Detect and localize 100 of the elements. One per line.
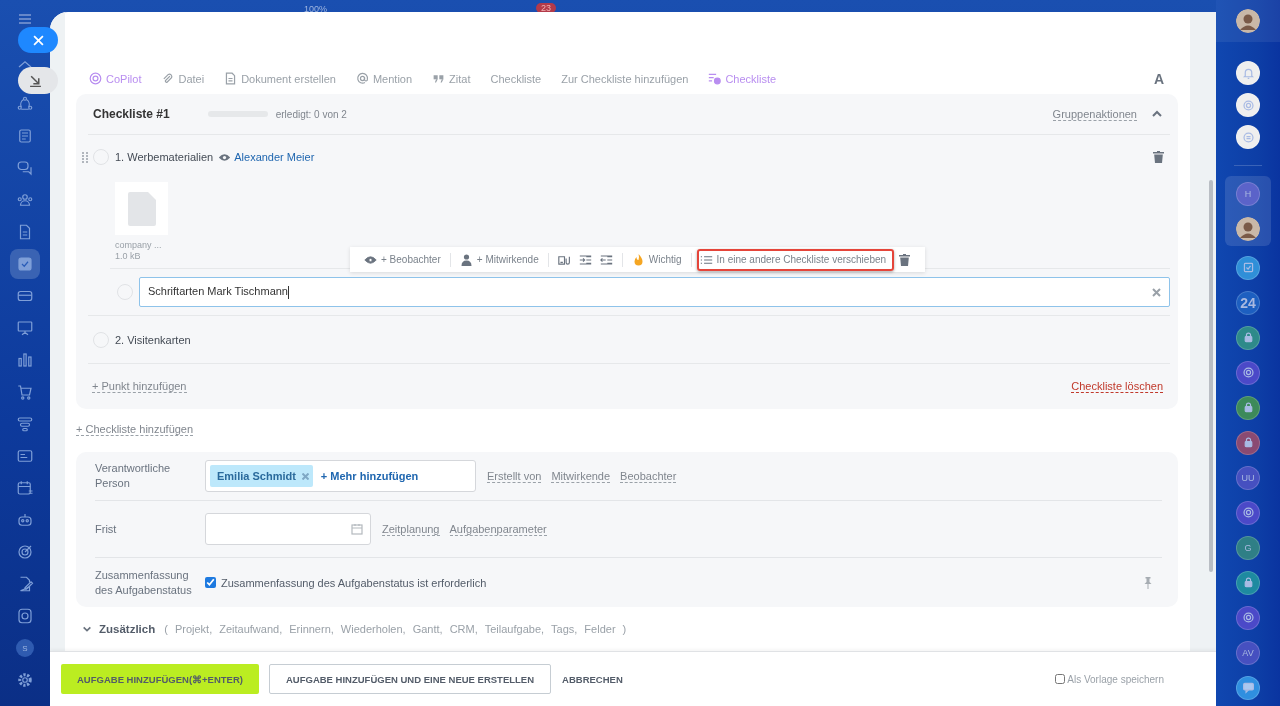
person-chip[interactable]: Emilia Schmidt — [210, 465, 313, 488]
section-link[interactable]: CRM, — [449, 623, 478, 636]
toolbar-button[interactable]: + Beobachter — [360, 248, 445, 271]
section-link[interactable]: Tags, — [551, 623, 578, 636]
action-button[interactable]: AUFGABE HINZUFÜGEN(⌘+ENTER) — [61, 664, 259, 694]
network-icon[interactable] — [16, 95, 34, 113]
clear-icon[interactable] — [1152, 287, 1161, 297]
lock-icon[interactable] — [1236, 430, 1260, 455]
file-thumbnail[interactable] — [115, 182, 168, 235]
cart-icon[interactable] — [16, 383, 34, 401]
add-more-link[interactable]: + Mehr hinzufügen — [320, 470, 419, 483]
group-actions-link[interactable]: Gruppenaktionen — [1052, 107, 1137, 121]
action-button[interactable]: ABBRECHEN — [561, 664, 623, 694]
checklist-item-text: 2. Visitenkarten — [115, 333, 191, 346]
close-button[interactable] — [18, 27, 58, 53]
toolbar-button[interactable]: Zitat — [432, 72, 471, 85]
role-link[interactable]: Erstellt von — [487, 469, 542, 483]
chat-icon[interactable] — [1236, 125, 1260, 149]
news-icon[interactable] — [16, 127, 34, 145]
checklist-title: Checkliste #1 — [93, 107, 170, 121]
indent-icon[interactable] — [578, 253, 592, 266]
task-check-icon[interactable] — [16, 255, 34, 273]
trash-icon[interactable] — [1153, 151, 1164, 163]
people-icon[interactable] — [16, 191, 34, 209]
add-item-link[interactable]: + Punkt hinzufügen — [92, 380, 187, 393]
id-card-icon[interactable] — [16, 447, 34, 465]
delete-checklist-link[interactable]: Checkliste löschen — [1071, 380, 1163, 393]
section-link[interactable]: Zeitaufwand, — [219, 623, 283, 636]
zoom-level: 100% — [304, 4, 328, 14]
gear-icon[interactable] — [16, 671, 34, 689]
bracket: ) — [622, 623, 627, 636]
checkbox-label: Als Vorlage speichern — [1067, 673, 1164, 685]
scrollbar[interactable] — [1209, 180, 1213, 572]
minimize-button[interactable] — [18, 67, 58, 94]
drag-handle-icon[interactable] — [82, 151, 88, 163]
checkbox[interactable] — [205, 577, 216, 589]
trash-icon[interactable] — [898, 253, 912, 266]
chat-avatar[interactable]: AV — [1236, 640, 1260, 665]
toolbar-button[interactable]: Checkliste — [490, 72, 542, 85]
toolbar-button[interactable]: Dokument erstellen — [224, 72, 336, 85]
task-check-icon[interactable] — [1236, 255, 1260, 280]
section-link[interactable]: Gantt, — [412, 623, 443, 636]
role-link[interactable]: Beobachter — [620, 469, 677, 483]
target-icon[interactable] — [16, 543, 34, 561]
chat-avatar[interactable]: UU — [1236, 465, 1260, 490]
add-checklist-link[interactable]: + Checkliste hinzufügen — [76, 422, 194, 436]
close-icon — [32, 34, 44, 46]
lock-icon[interactable] — [1236, 325, 1260, 350]
swirl-icon[interactable] — [1236, 93, 1260, 117]
chat-avatar[interactable]: 24 — [1236, 290, 1260, 315]
roof-icon[interactable] — [16, 60, 34, 68]
bell-icon[interactable] — [1236, 61, 1260, 85]
date-field[interactable] — [205, 513, 371, 546]
section-link[interactable]: Projekt, — [174, 623, 213, 636]
robot-icon[interactable] — [16, 511, 34, 529]
text-format-button[interactable]: A — [1153, 70, 1164, 87]
message-icon[interactable] — [1236, 675, 1260, 700]
lock-icon[interactable] — [1236, 395, 1260, 420]
box-icon[interactable] — [16, 607, 34, 625]
section-title[interactable]: Zusätzlich — [99, 623, 156, 636]
toolbar-button[interactable]: Datei — [161, 72, 205, 85]
item-input[interactable]: Schriftarten Mark Tischmann — [139, 277, 1170, 307]
section-link[interactable]: Wiederholen, — [340, 623, 406, 636]
person-field[interactable]: Emilia Schmidt + Mehr hinzufügen — [205, 460, 476, 493]
toolbar-button[interactable]: Mention — [355, 72, 413, 85]
user-avatar[interactable] — [1236, 9, 1260, 33]
chat-avatar[interactable]: G — [1236, 535, 1260, 560]
bar-chart-icon[interactable] — [16, 351, 34, 369]
chat-avatar[interactable]: H — [1236, 181, 1260, 206]
swirl-icon[interactable] — [1236, 360, 1260, 385]
action-button[interactable]: AUFGABE HINZUFÜGEN UND EINE NEUE ERSTELLEN — [268, 664, 552, 694]
toolbar-button[interactable]: Checkliste — [708, 72, 777, 85]
section-link[interactable]: Erinnern, — [289, 623, 334, 636]
toolbar-button[interactable]: Wichtig — [627, 248, 686, 271]
checkbox[interactable] — [1055, 674, 1066, 684]
file-name: company ... — [115, 240, 162, 250]
toolbar-button[interactable]: CoPilot — [89, 72, 142, 85]
toolbar-button[interactable]: Zur Checkliste hinzufügen — [561, 72, 689, 85]
person-icon — [459, 253, 473, 266]
swirl-icon[interactable] — [1236, 500, 1260, 525]
calendar-icon[interactable] — [16, 479, 34, 497]
at-sign-icon — [355, 72, 369, 85]
option-link[interactable]: Aufgabenparameter — [449, 522, 547, 536]
section-link[interactable]: Teilaufgabe, — [484, 623, 545, 636]
menu-icon[interactable] — [18, 12, 32, 26]
watcher-link[interactable]: Alexander Meier — [234, 151, 315, 163]
option-link[interactable]: Zeitplanung — [382, 522, 440, 536]
user-avatar[interactable]: S — [16, 639, 34, 657]
lock-icon[interactable] — [1236, 570, 1260, 595]
role-link[interactable]: Mitwirkende — [551, 469, 611, 483]
toolbar-button[interactable]: In eine andere Checkliste verschieben — [696, 248, 895, 271]
toolbar-button[interactable]: + Mitwirkende — [455, 248, 543, 271]
swirl-icon[interactable] — [1236, 605, 1260, 630]
funnel-icon[interactable] — [16, 415, 34, 433]
outdent-icon[interactable] — [599, 253, 613, 266]
presentation-icon[interactable] — [16, 319, 34, 337]
attach-icon[interactable] — [557, 253, 571, 266]
user-avatar[interactable] — [1236, 216, 1260, 241]
quote-icon — [432, 72, 446, 85]
section-link[interactable]: Felder — [584, 623, 616, 636]
